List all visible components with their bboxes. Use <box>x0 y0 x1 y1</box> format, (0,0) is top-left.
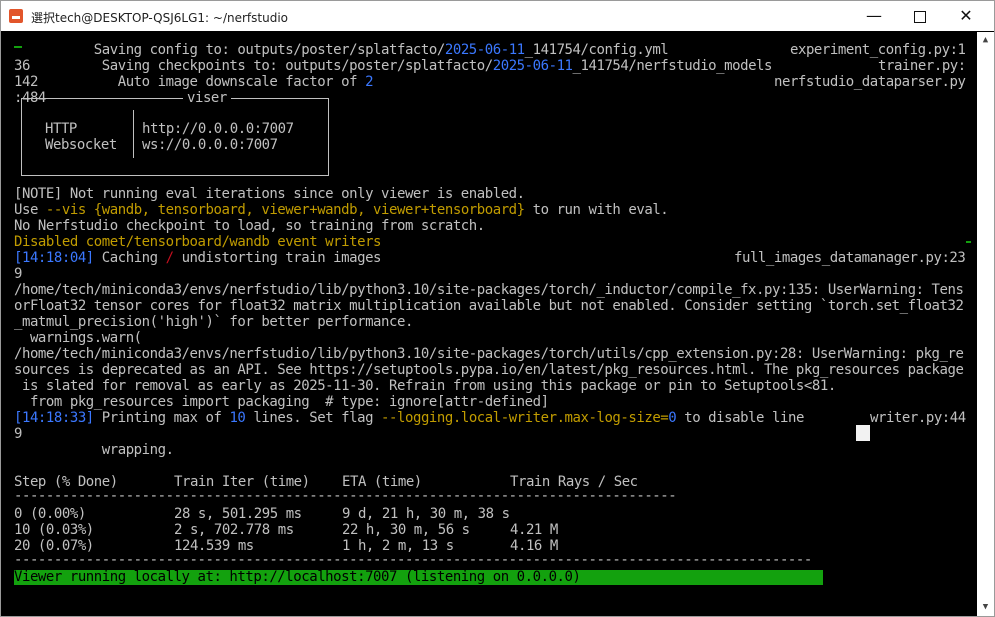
table-cell: 22 h, 30 m, 56 s <box>342 522 470 538</box>
log-line-warning: from pkg_resources import packaging # ty… <box>14 394 549 410</box>
table-cell: 0 (0.00%) <box>14 506 86 522</box>
table-cell: 9 d, 21 h, 30 m, 38 s <box>342 506 510 522</box>
log-source: trainer.py: <box>878 58 966 74</box>
log-source: nerfstudio_dataparser.py <box>774 74 966 90</box>
close-button[interactable]: ✕ <box>943 1 989 31</box>
viser-ws-label: Websocket <box>45 137 117 153</box>
log-source: writer.py:44 <box>870 410 966 426</box>
log-line-save-checkpoints: 36 Saving checkpoints to: outputs/poster… <box>14 58 772 74</box>
table-cell: 2 s, 702.778 ms <box>174 522 294 538</box>
terminal-app-icon[interactable] <box>9 9 23 23</box>
log-line-caching-cont: 9 <box>14 266 22 282</box>
log-source: experiment_config.py:1 <box>790 42 966 58</box>
log-line-caching: [14:18:04] Caching / undistorting train … <box>14 250 382 266</box>
log-line-wrapping: wrapping. <box>14 442 174 458</box>
log-line-save-config: Saving config to: outputs/poster/splatfa… <box>14 42 669 58</box>
viewer-running-text: Viewer running locally at: http://localh… <box>14 569 581 585</box>
log-line-downscale: 142 Auto image downscale factor of 2 <box>14 74 374 90</box>
table-divider: ----------------------------------------… <box>14 552 814 568</box>
log-line-printing-cont: 9 <box>14 426 22 442</box>
text-cursor <box>856 425 870 441</box>
log-line-warning: orFloat32 tensor cores for float32 matri… <box>14 298 964 314</box>
viser-divider <box>133 110 134 158</box>
log-source: full_images_datamanager.py:23 <box>734 250 966 266</box>
window-title: 選択tech@DESKTOP-QSJ6LG1: ~/nerfstudio <box>31 11 288 25</box>
terminal-output[interactable]: Saving config to: outputs/poster/splatfa… <box>1 32 976 616</box>
log-line-warning: /home/tech/miniconda3/envs/nerfstudio/li… <box>14 346 964 362</box>
table-divider: ----------------------------------------… <box>14 488 678 504</box>
terminal-window: 選択tech@DESKTOP-QSJ6LG1: ~/nerfstudio — ✕… <box>0 0 995 617</box>
log-line-use-vis: Use --vis {wandb, tensorboard, viewer+wa… <box>14 202 669 218</box>
viser-ws-url: ws://0.0.0.0:7007 <box>142 137 278 153</box>
log-line-disabled-writers: Disabled comet/tensorboard/wandb event w… <box>14 234 382 250</box>
viser-http-url: http://0.0.0.0:7007 <box>142 121 294 137</box>
log-line-note: [NOTE] Not running eval iterations since… <box>14 186 525 202</box>
maximize-button[interactable] <box>897 1 943 31</box>
viser-http-label: HTTP <box>45 121 77 137</box>
log-line-warning: is slated for removal as early as 2025-1… <box>14 378 836 394</box>
table-cell: 4.21 M <box>510 522 558 538</box>
scroll-up-icon[interactable]: ▲ <box>977 32 994 48</box>
log-line-warning: sources is deprecated as an API. See htt… <box>14 362 964 378</box>
minimize-button[interactable]: — <box>851 1 897 31</box>
viewer-status-bar: Viewer running locally at: http://localh… <box>14 569 823 585</box>
log-line-warning: warnings.warn( <box>14 330 142 346</box>
scroll-down-icon[interactable]: ▼ <box>977 599 994 615</box>
log-line-no-checkpoint: No Nerfstudio checkpoint to load, so tra… <box>14 218 485 234</box>
log-line-warning: _matmul_precision('high')` for better pe… <box>14 314 413 330</box>
viser-title: viser <box>183 90 231 106</box>
table-cell: 10 (0.03%) <box>14 522 94 538</box>
log-line-warning: /home/tech/miniconda3/envs/nerfstudio/li… <box>14 282 964 298</box>
title-bar[interactable]: 選択tech@DESKTOP-QSJ6LG1: ~/nerfstudio — ✕ <box>1 1 994 31</box>
progress-marker <box>966 241 971 243</box>
vertical-scrollbar[interactable]: ▲ ▼ <box>977 32 994 616</box>
table-cell: 28 s, 501.295 ms <box>174 506 302 522</box>
maximize-icon <box>914 10 926 23</box>
log-line-printing: [14:18:33] Printing max of 10 lines. Set… <box>14 410 804 426</box>
